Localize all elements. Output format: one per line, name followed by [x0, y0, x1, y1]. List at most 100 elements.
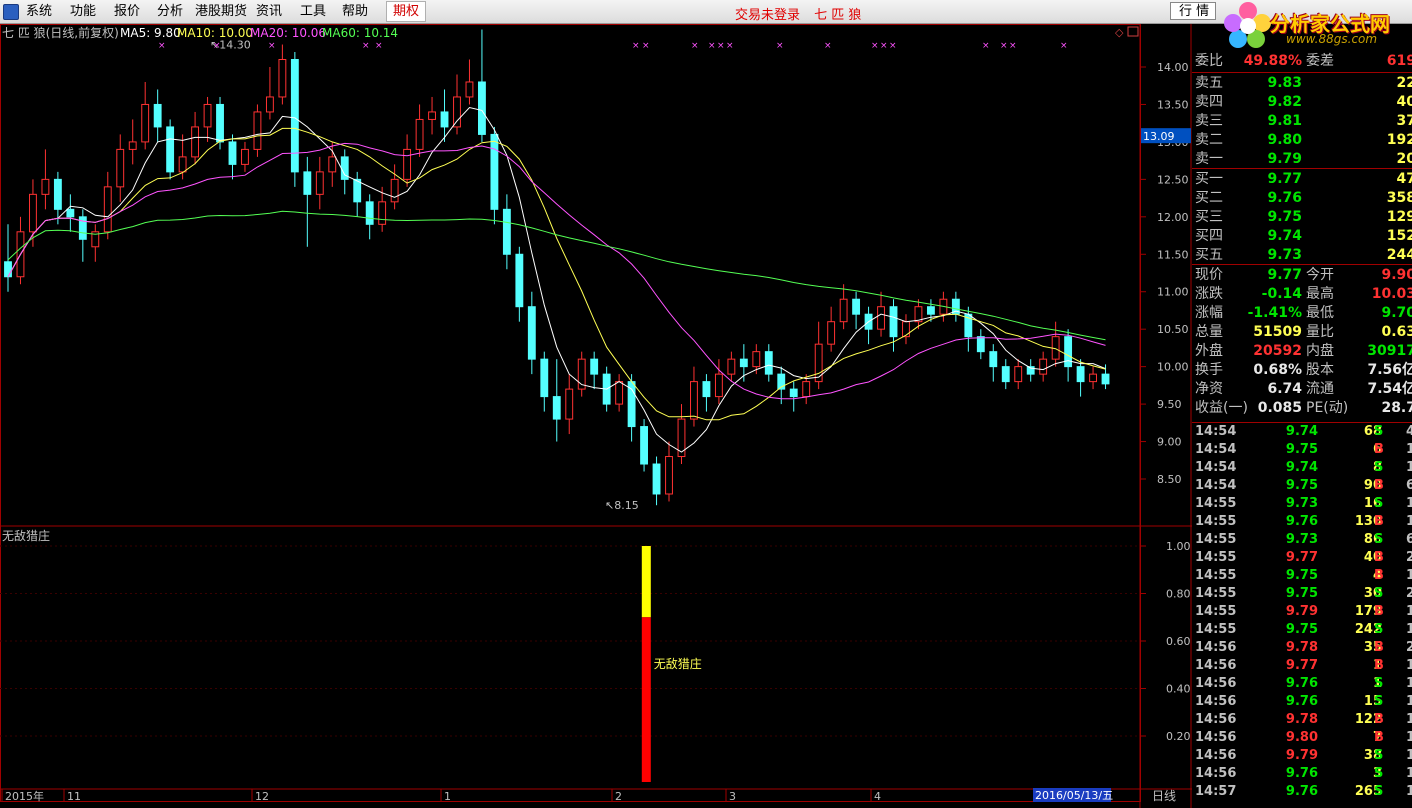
- stock-name: 七 匹 狼: [814, 8, 862, 23]
- event-marker: ×: [375, 41, 383, 51]
- menu-analysis[interactable]: 分析: [157, 4, 183, 19]
- tick-time: 14:56: [1195, 658, 1237, 673]
- candle-body: [490, 133, 499, 210]
- tick-price: 9.75: [1285, 568, 1318, 583]
- divider: [1192, 168, 1412, 169]
- stat-row: 换手 0.68% 股本 7.56亿: [1192, 361, 1412, 380]
- app-icon[interactable]: [3, 4, 19, 20]
- candle-body: [615, 381, 624, 405]
- diamond-icon: ◇: [1115, 26, 1124, 39]
- stat-value: -1.41%: [1247, 305, 1302, 321]
- tick-volume: 38: [1363, 748, 1382, 763]
- menu-news[interactable]: 资讯: [256, 4, 282, 19]
- candle-body: [153, 103, 162, 128]
- candle-body: [53, 178, 62, 210]
- bid-row: 买五 9.73 244: [1192, 246, 1412, 265]
- stat-row: 现价 9.77 今开 9.90: [1192, 266, 1412, 285]
- tick-count: 6: [1406, 532, 1412, 547]
- menu-system[interactable]: 系统: [26, 4, 52, 19]
- candle-body: [1001, 366, 1010, 383]
- tick-time: 14:56: [1195, 712, 1237, 727]
- menu-quote[interactable]: 报价: [114, 4, 140, 19]
- tick-count: 1: [1406, 748, 1412, 763]
- stat-value: 9.70: [1381, 305, 1412, 321]
- tick-row: 14:55 9.76 130 B 1: [1192, 513, 1412, 531]
- tick-row: 14:55 9.75 30 S 2: [1192, 585, 1412, 603]
- tick-time: 14:54: [1195, 460, 1237, 475]
- chart-area[interactable]: 七 匹 狼(日线,前复权) MA5: 9.80MA10: 10.00MA20: 1…: [0, 24, 1192, 808]
- candle-body: [390, 178, 399, 203]
- tick-side: S: [1374, 460, 1384, 475]
- candle-body: [403, 148, 412, 180]
- tick-time: 14:55: [1195, 586, 1237, 601]
- candle-body: [739, 358, 748, 368]
- tick-count: 1: [1406, 730, 1412, 745]
- tick-row: 14:56 9.76 1 S 1: [1192, 675, 1412, 693]
- bid-price: 9.76: [1267, 190, 1302, 206]
- menu-bar: 系统 功能 报价 分析 港股期货 资讯 工具 帮助 期权 交易未登录 七 匹 狼…: [0, 0, 1412, 24]
- candle-body: [652, 463, 661, 495]
- event-marker: ×: [213, 41, 221, 51]
- candle-body: [103, 186, 112, 233]
- chart-title: 七 匹 狼(日线,前复权): [2, 25, 119, 40]
- bid-label: 买四: [1195, 228, 1223, 244]
- ask-volume: 40: [1396, 94, 1412, 110]
- tick-time: 14:55: [1195, 532, 1237, 547]
- candle-body: [290, 59, 299, 173]
- tick-time: 14:57: [1195, 784, 1237, 799]
- tick-count: 2: [1406, 550, 1412, 565]
- menu-options[interactable]: 期权: [386, 1, 427, 22]
- event-marker: ×: [1009, 41, 1017, 51]
- candle-body: [303, 171, 312, 195]
- candle-body: [415, 118, 424, 150]
- candle-body: [839, 298, 848, 323]
- tick-price: 9.75: [1285, 478, 1318, 493]
- candle-body: [41, 178, 50, 195]
- event-marker: ×: [268, 41, 276, 51]
- time-tick-label: 12: [255, 790, 269, 803]
- tick-side: B: [1374, 478, 1384, 493]
- menu-hk-futures[interactable]: 港股期货: [195, 4, 247, 19]
- stat-value: 28.7: [1381, 400, 1412, 416]
- candle-body: [116, 148, 125, 188]
- stat-label: PE(动): [1306, 400, 1349, 416]
- tick-side: S: [1374, 676, 1384, 691]
- candle-body: [702, 381, 711, 398]
- candle-body: [789, 388, 798, 398]
- tick-side: B: [1374, 640, 1384, 655]
- price-tick-label: 9.00: [1157, 436, 1182, 449]
- stat-value: 10.03: [1371, 286, 1412, 302]
- event-marker: ×: [726, 41, 734, 51]
- menu-help[interactable]: 帮助: [342, 4, 368, 19]
- candle-body: [1064, 336, 1073, 368]
- ask-row: 卖三 9.81 37: [1192, 112, 1412, 131]
- tick-side: S: [1374, 766, 1384, 781]
- time-tick-label: 11: [67, 790, 81, 803]
- ask-price: 9.81: [1267, 113, 1302, 129]
- tick-side: S: [1374, 622, 1384, 637]
- menu-tools[interactable]: 工具: [300, 4, 326, 19]
- event-marker: ×: [642, 41, 650, 51]
- stat-value: 7.56亿: [1367, 362, 1412, 378]
- tick-side: B: [1374, 568, 1384, 583]
- event-marker: ×: [824, 41, 832, 51]
- indicator-bar-yellow: [641, 546, 651, 618]
- candle-body: [1014, 366, 1023, 383]
- bid-volume: 358: [1386, 190, 1412, 206]
- ask-row: 卖五 9.83 22: [1192, 74, 1412, 93]
- tick-volume: 265: [1354, 784, 1382, 799]
- tick-price: 9.75: [1285, 442, 1318, 457]
- candle-body: [1076, 366, 1085, 383]
- candle-body: [690, 381, 698, 420]
- menu-function[interactable]: 功能: [70, 4, 96, 19]
- price-tick-label: 10.50: [1157, 323, 1189, 336]
- quote-button[interactable]: 行 情: [1170, 2, 1216, 20]
- indicator-tick-label: 0.40: [1166, 683, 1191, 696]
- stat-value: 9.77: [1267, 267, 1302, 283]
- tick-price: 9.76: [1285, 514, 1318, 529]
- tick-row: 14:55 9.73 86 S 6: [1192, 531, 1412, 549]
- tick-time: 14:56: [1195, 694, 1237, 709]
- candle-body: [590, 358, 599, 375]
- ask-price: 9.82: [1267, 94, 1302, 110]
- tick-row: 14:56 9.76 15 S 1: [1192, 693, 1412, 711]
